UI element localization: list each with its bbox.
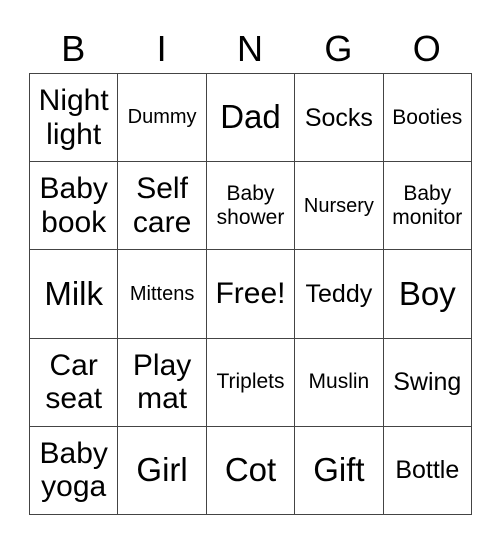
bingo-header: B I N G O [29, 26, 471, 72]
bingo-cell[interactable]: Baby monitor [383, 162, 472, 251]
bingo-cell[interactable]: Dad [206, 74, 296, 163]
bingo-cell[interactable]: Girl [118, 426, 207, 515]
bingo-cell[interactable]: Triplets [206, 338, 296, 427]
bingo-cell[interactable]: Mittens [118, 250, 207, 339]
bingo-cell[interactable]: Baby shower [206, 162, 296, 251]
bingo-cell[interactable]: Teddy [295, 250, 384, 339]
header-letter-i: I [156, 28, 167, 69]
bingo-cell[interactable]: Gift [295, 426, 384, 515]
bingo-cell[interactable]: Dummy [118, 74, 207, 163]
bingo-cell[interactable]: Baby book [30, 162, 119, 251]
free-space-cell[interactable]: Free! [206, 250, 296, 339]
bingo-cell[interactable]: Muslin [295, 338, 384, 427]
bingo-cell[interactable]: Socks [295, 74, 384, 163]
bingo-cell[interactable]: Nursery [295, 162, 384, 251]
header-letter-g: G [324, 28, 353, 69]
header-letter-o: O [412, 28, 441, 69]
bingo-card-grid: Night light Dummy Dad Socks Booties Baby… [29, 73, 472, 515]
bingo-cell[interactable]: Play mat [118, 338, 207, 427]
bingo-cell[interactable]: Self care [118, 162, 207, 251]
bingo-cell[interactable]: Night light [30, 74, 119, 163]
header-letter-n: N [236, 28, 263, 69]
bingo-cell[interactable]: Swing [383, 338, 472, 427]
bingo-cell[interactable]: Booties [383, 74, 472, 163]
header-letter-b: B [61, 28, 86, 69]
bingo-cell[interactable]: Bottle [383, 426, 472, 515]
bingo-cell[interactable]: Baby yoga [30, 426, 119, 515]
bingo-cell[interactable]: Car seat [30, 338, 119, 427]
bingo-cell[interactable]: Cot [206, 426, 296, 515]
bingo-cell[interactable]: Milk [30, 250, 119, 339]
bingo-cell[interactable]: Boy [383, 250, 472, 339]
